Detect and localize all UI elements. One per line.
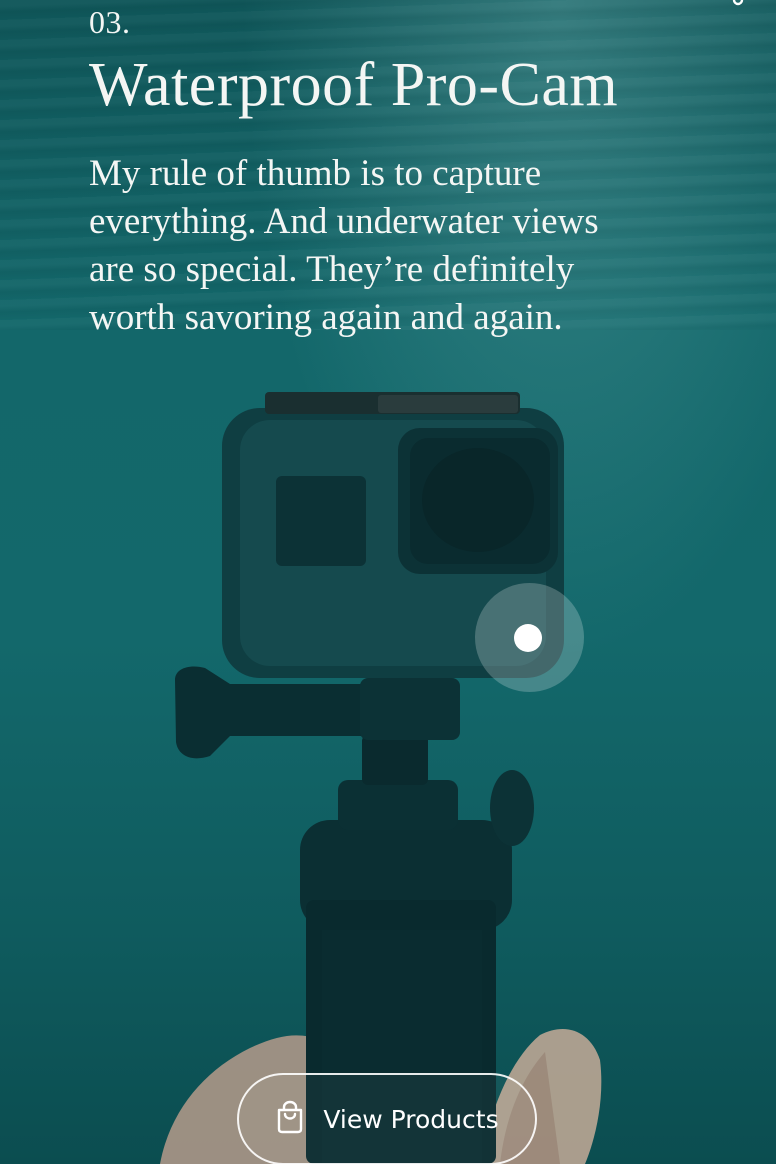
slide-description: My rule of thumb is to capture everythin… — [89, 153, 599, 338]
product-hotspot[interactable] — [475, 583, 584, 692]
view-products-button[interactable]: View Products — [237, 1073, 537, 1165]
slide-title: Waterproof Pro-Cam — [89, 51, 619, 119]
share-icon[interactable] — [726, 0, 746, 10]
hotspot-dot-icon — [514, 624, 542, 652]
view-products-label: View Products — [323, 1104, 499, 1134]
slide-number: 03. — [89, 4, 131, 40]
shopping-bag-icon — [278, 1100, 303, 1134]
